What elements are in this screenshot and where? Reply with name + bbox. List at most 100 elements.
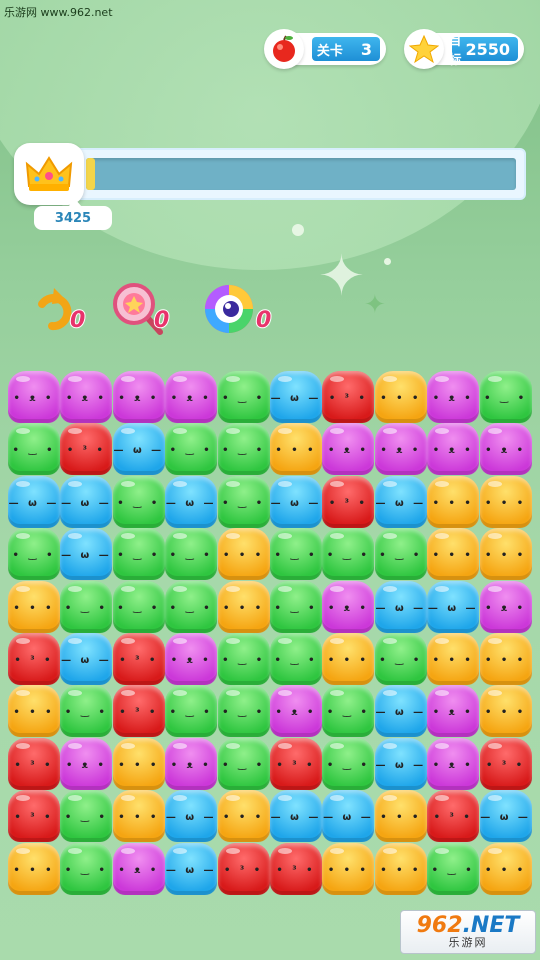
green-jelly-tile[interactable]: • ‿ • [270, 528, 322, 581]
yellow-jelly-tile[interactable]: • • • [217, 790, 270, 843]
pink-jelly-tile[interactable]: • ᴥ • [427, 737, 480, 790]
pink-jelly-tile[interactable]: • ᴥ • [479, 580, 532, 633]
blue-jelly-tile[interactable]: — ω — [374, 685, 427, 738]
yellow-jelly-tile[interactable]: • • • [479, 475, 532, 528]
green-jelly-tile[interactable]: • ‿ • [112, 475, 165, 528]
pink-jelly-tile[interactable]: • ᴥ • [8, 371, 60, 423]
red-jelly-tile[interactable]: • ³ • [270, 842, 322, 895]
green-jelly-tile[interactable]: • ‿ • [165, 580, 218, 633]
pink-jelly-tile[interactable]: • ᴥ • [60, 371, 113, 423]
green-jelly-tile[interactable]: • ‿ • [217, 475, 270, 528]
green-jelly-tile[interactable]: • ‿ • [165, 528, 218, 581]
undo-tool[interactable]: 0 [28, 282, 98, 338]
green-jelly-tile[interactable]: • ‿ • [479, 371, 532, 423]
green-jelly-tile[interactable]: • ‿ • [60, 580, 113, 633]
green-jelly-tile[interactable]: • ‿ • [60, 790, 113, 843]
yellow-jelly-tile[interactable]: • • • [8, 842, 60, 895]
yellow-jelly-tile[interactable]: • • • [322, 842, 375, 895]
green-jelly-tile[interactable]: • ‿ • [322, 737, 375, 790]
pink-jelly-tile[interactable]: • ᴥ • [374, 423, 427, 476]
green-jelly-tile[interactable]: • ‿ • [60, 842, 113, 895]
yellow-jelly-tile[interactable]: • • • [374, 842, 427, 895]
blue-jelly-tile[interactable]: — ω — [374, 737, 427, 790]
red-jelly-tile[interactable]: • ³ • [217, 842, 270, 895]
green-jelly-tile[interactable]: • ‿ • [8, 528, 60, 581]
blue-jelly-tile[interactable]: — ω — [427, 580, 480, 633]
pink-jelly-tile[interactable]: • ᴥ • [165, 633, 218, 685]
pink-jelly-tile[interactable]: • ᴥ • [322, 580, 375, 633]
yellow-jelly-tile[interactable]: • • • [374, 371, 427, 423]
green-jelly-tile[interactable]: • ‿ • [217, 737, 270, 790]
pink-jelly-tile[interactable]: • ᴥ • [427, 423, 480, 476]
green-jelly-tile[interactable]: • ‿ • [270, 580, 322, 633]
green-jelly-tile[interactable]: • ‿ • [165, 685, 218, 738]
red-jelly-tile[interactable]: • ³ • [322, 371, 375, 423]
rainbow-tool[interactable]: 0 [202, 282, 272, 338]
blue-jelly-tile[interactable]: — ω — [165, 842, 218, 895]
yellow-jelly-tile[interactable]: • • • [427, 528, 480, 581]
yellow-jelly-tile[interactable]: • • • [8, 685, 60, 738]
blue-jelly-tile[interactable]: — ω — [165, 790, 218, 843]
green-jelly-tile[interactable]: • ‿ • [270, 633, 322, 685]
yellow-jelly-tile[interactable]: • • • [427, 633, 480, 685]
magnifier-tool[interactable]: 0 [112, 282, 182, 338]
yellow-jelly-tile[interactable]: • • • [270, 423, 322, 476]
red-jelly-tile[interactable]: • ³ • [427, 790, 480, 843]
green-jelly-tile[interactable]: • ‿ • [217, 371, 270, 423]
green-jelly-tile[interactable]: • ‿ • [427, 842, 480, 895]
yellow-jelly-tile[interactable]: • • • [112, 790, 165, 843]
green-jelly-tile[interactable]: • ‿ • [217, 633, 270, 685]
yellow-jelly-tile[interactable]: • • • [112, 737, 165, 790]
pink-jelly-tile[interactable]: • ᴥ • [270, 685, 322, 738]
yellow-jelly-tile[interactable]: • • • [479, 633, 532, 685]
blue-jelly-tile[interactable]: — ω — [374, 580, 427, 633]
blue-jelly-tile[interactable]: — ω — [60, 475, 113, 528]
red-jelly-tile[interactable]: • ³ • [322, 475, 375, 528]
pink-jelly-tile[interactable]: • ᴥ • [322, 423, 375, 476]
blue-jelly-tile[interactable]: — ω — [374, 475, 427, 528]
pink-jelly-tile[interactable]: • ᴥ • [427, 371, 480, 423]
green-jelly-tile[interactable]: • ‿ • [322, 528, 375, 581]
green-jelly-tile[interactable]: • ‿ • [322, 685, 375, 738]
yellow-jelly-tile[interactable]: • • • [479, 842, 532, 895]
blue-jelly-tile[interactable]: — ω — [270, 371, 322, 423]
blue-jelly-tile[interactable]: — ω — [60, 528, 113, 581]
red-jelly-tile[interactable]: • ³ • [112, 685, 165, 738]
green-jelly-tile[interactable]: • ‿ • [374, 633, 427, 685]
yellow-jelly-tile[interactable]: • • • [427, 475, 480, 528]
green-jelly-tile[interactable]: • ‿ • [165, 423, 218, 476]
yellow-jelly-tile[interactable]: • • • [479, 528, 532, 581]
blue-jelly-tile[interactable]: — ω — [270, 475, 322, 528]
pink-jelly-tile[interactable]: • ᴥ • [479, 423, 532, 476]
red-jelly-tile[interactable]: • ³ • [8, 790, 60, 843]
green-jelly-tile[interactable]: • ‿ • [8, 423, 60, 476]
blue-jelly-tile[interactable]: — ω — [8, 475, 60, 528]
yellow-jelly-tile[interactable]: • • • [374, 790, 427, 843]
red-jelly-tile[interactable]: • ³ • [112, 633, 165, 685]
green-jelly-tile[interactable]: • ‿ • [112, 528, 165, 581]
yellow-jelly-tile[interactable]: • • • [322, 633, 375, 685]
red-jelly-tile[interactable]: • ³ • [270, 737, 322, 790]
pink-jelly-tile[interactable]: • ᴥ • [112, 371, 165, 423]
green-jelly-tile[interactable]: • ‿ • [217, 685, 270, 738]
pink-jelly-tile[interactable]: • ᴥ • [165, 371, 218, 423]
green-jelly-tile[interactable]: • ‿ • [374, 528, 427, 581]
red-jelly-tile[interactable]: • ³ • [479, 737, 532, 790]
blue-jelly-tile[interactable]: — ω — [165, 475, 218, 528]
pink-jelly-tile[interactable]: • ᴥ • [165, 737, 218, 790]
blue-jelly-tile[interactable]: — ω — [60, 633, 113, 685]
pink-jelly-tile[interactable]: • ᴥ • [427, 685, 480, 738]
pink-jelly-tile[interactable]: • ᴥ • [60, 737, 113, 790]
yellow-jelly-tile[interactable]: • • • [479, 685, 532, 738]
green-jelly-tile[interactable]: • ‿ • [217, 423, 270, 476]
yellow-jelly-tile[interactable]: • • • [8, 580, 60, 633]
blue-jelly-tile[interactable]: — ω — [270, 790, 322, 843]
blue-jelly-tile[interactable]: — ω — [322, 790, 375, 843]
yellow-jelly-tile[interactable]: • • • [217, 580, 270, 633]
pink-jelly-tile[interactable]: • ᴥ • [112, 842, 165, 895]
yellow-jelly-tile[interactable]: • • • [217, 528, 270, 581]
green-jelly-tile[interactable]: • ‿ • [112, 580, 165, 633]
blue-jelly-tile[interactable]: — ω — [112, 423, 165, 476]
red-jelly-tile[interactable]: • ³ • [60, 423, 113, 476]
blue-jelly-tile[interactable]: — ω — [479, 790, 532, 843]
